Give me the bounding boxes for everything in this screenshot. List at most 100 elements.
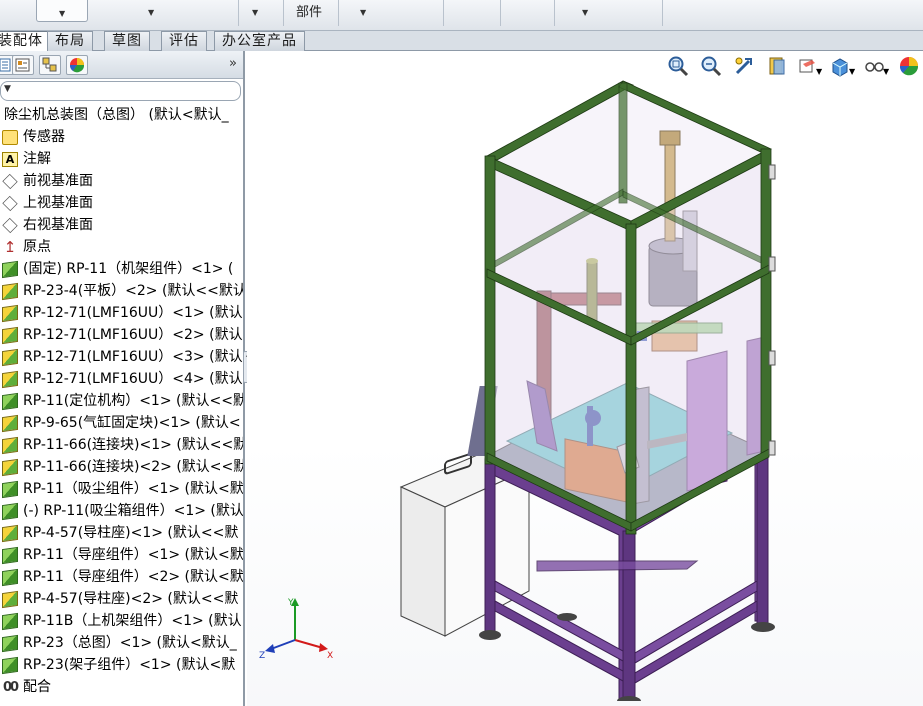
tree-item[interactable]: (-) RP-11(吸尘箱组件）<1> (默认: [0, 500, 243, 522]
tree-item[interactable]: RP-11-66(连接块)<1> (默认<<默: [0, 434, 243, 456]
tree-item-label: 注解: [23, 151, 51, 167]
subassembly-icon: [2, 634, 18, 653]
ribbon-parts-label[interactable]: 部件: [296, 1, 322, 20]
subassembly-icon: [2, 656, 18, 675]
tree-item[interactable]: 右视基准面: [0, 214, 243, 236]
ribbon-separator: [554, 0, 555, 26]
tree-item-label: RP-12-71(LMF16UU）<4> (默认: [23, 371, 243, 387]
tree-item-label: RP-23-4(平板）<2> (默认<<默认: [23, 283, 243, 299]
tree-root-label: 除尘机总装图（总图） (默认<默认_: [4, 107, 229, 123]
tree-item-label: RP-12-71(LMF16UU）<2> (默认: [23, 327, 243, 343]
part-icon: [2, 436, 18, 455]
tree-item-label: RP-11B（上机架组件）<1> (默认: [23, 613, 242, 629]
dropdown-arrow-icon[interactable]: ▼: [360, 8, 366, 17]
tree-item[interactable]: A 注解: [0, 148, 243, 170]
plane-icon: [2, 217, 18, 234]
tree-item-label: (固定) RP-11（机架组件）<1> (: [23, 261, 234, 277]
command-ribbon: ▼ ▼ ▼ 部件 ▼ ▼: [0, 0, 923, 31]
x-axis-icon: [294, 639, 324, 649]
annotation-icon: A: [2, 152, 18, 167]
part-icon: [2, 590, 18, 609]
tree-item[interactable]: ↥ 原点: [0, 236, 243, 258]
ribbon-separator: [500, 0, 501, 26]
tree-item-label: RP-11-66(连接块)<1> (默认<<默: [23, 437, 243, 453]
configuration-manager-icon: [42, 57, 57, 72]
tree-item[interactable]: RP-12-71(LMF16UU）<2> (默认: [0, 324, 243, 346]
feature-tree: 除尘机总装图（总图） (默认<默认_ 传感器 A 注解前视基准面 上视基准面右视基准面…: [0, 104, 243, 698]
ribbon-separator: [443, 0, 444, 26]
display-manager-tab[interactable]: [66, 55, 88, 75]
command-manager-tabs: 装配体 布局 草图 评估 办公室产品: [0, 31, 923, 52]
ribbon-separator: [662, 0, 663, 26]
tree-item[interactable]: RP-23(架子组件）<1> (默认<默: [0, 654, 243, 676]
ribbon-dropdown-box[interactable]: ▼: [36, 0, 88, 22]
origin-icon: ↥: [3, 238, 17, 256]
tab-sketch[interactable]: 草图: [104, 31, 150, 51]
tree-item[interactable]: 传感器: [0, 126, 243, 148]
tree-item[interactable]: RP-4-57(导柱座)<2> (默认<<默: [0, 588, 243, 610]
tree-item[interactable]: 上视基准面: [0, 192, 243, 214]
part-icon: [2, 304, 18, 323]
part-icon: [2, 414, 18, 433]
triad-y-label: Y: [287, 598, 294, 608]
tree-item[interactable]: RP-4-57(导柱座)<1> (默认<<默: [0, 522, 243, 544]
tree-item-label: RP-12-71(LMF16UU）<1> (默认: [23, 305, 243, 321]
tree-item[interactable]: 前视基准面: [0, 170, 243, 192]
tree-item[interactable]: (固定) RP-11（机架组件）<1> (: [0, 258, 243, 280]
tree-item-label: 传感器: [23, 129, 65, 145]
configuration-manager-tab[interactable]: [39, 55, 61, 75]
subassembly-icon: [2, 392, 18, 411]
subassembly-icon: [2, 260, 18, 279]
property-manager-icon: [15, 58, 30, 72]
tab-layout[interactable]: 布局: [47, 31, 93, 51]
filter-dropdown-arrow-icon[interactable]: ▼: [4, 84, 11, 94]
tree-item[interactable]: RP-12-71(LMF16UU）<4> (默认: [0, 368, 243, 390]
tree-item[interactable]: RP-11-66(连接块)<2> (默认<<默: [0, 456, 243, 478]
property-manager-tab[interactable]: [12, 55, 34, 75]
expand-panel-icon[interactable]: »: [229, 56, 237, 71]
tree-item-label: 右视基准面: [23, 217, 93, 233]
tree-item[interactable]: RP-11B（上机架组件）<1> (默认: [0, 610, 243, 632]
reference-triad: Y X Z: [259, 598, 333, 661]
tree-item[interactable]: RP-9-65(气缸固定块)<1> (默认<: [0, 412, 243, 434]
tree-item[interactable]: RP-11（导座组件）<1> (默认<默: [0, 544, 243, 566]
tree-item[interactable]: RP-12-71(LMF16UU）<1> (默认: [0, 302, 243, 324]
plane-icon: [2, 195, 18, 212]
triad-z-label: Z: [259, 651, 265, 661]
plane-icon: [2, 173, 18, 190]
tree-item[interactable]: RP-12-71(LMF16UU）<3> (默认: [0, 346, 243, 368]
part-icon: [2, 348, 18, 367]
tree-item[interactable]: 00 配合: [0, 676, 243, 698]
feature-tree-filter[interactable]: ▼: [0, 81, 241, 101]
tree-item-label: RP-11（吸尘组件）<1> (默认<默: [23, 481, 243, 497]
subassembly-icon: [2, 546, 18, 565]
tree-item[interactable]: RP-11(定位机构）<1> (默认<<默: [0, 390, 243, 412]
tree-item[interactable]: RP-11（导座组件）<2> (默认<默: [0, 566, 243, 588]
graphics-area[interactable]: ▼ ▼ ▼ Y X Z: [247, 51, 923, 706]
part-icon: [2, 326, 18, 345]
ribbon-separator: [283, 0, 284, 26]
dropdown-arrow-icon[interactable]: ▼: [582, 8, 588, 17]
feature-manager-panel: » ▼ 除尘机总装图（总图） (默认<默认_ 传感器 A 注解前视基准面 上视基准面右…: [0, 51, 252, 706]
subassembly-icon: [2, 480, 18, 499]
tree-item-label: RP-11-66(连接块)<2> (默认<<默: [23, 459, 243, 475]
tree-item[interactable]: RP-11（吸尘组件）<1> (默认<默: [0, 478, 243, 500]
tree-item[interactable]: RP-23-4(平板）<2> (默认<<默认: [0, 280, 243, 302]
part-icon: [2, 370, 18, 389]
tree-item[interactable]: RP-23（总图）<1> (默认<默认_: [0, 632, 243, 654]
feature-tree-icon: [0, 58, 11, 72]
part-icon: [2, 282, 18, 301]
display-manager-icon: [69, 58, 85, 73]
tree-item-label: RP-9-65(气缸固定块)<1> (默认<: [23, 415, 241, 431]
tab-evaluate[interactable]: 评估: [161, 31, 207, 51]
dropdown-arrow-icon[interactable]: ▼: [148, 8, 154, 17]
sensor-icon: [2, 130, 18, 145]
tab-office-products[interactable]: 办公室产品: [214, 31, 305, 51]
tree-item-label: 配合: [23, 679, 51, 695]
triad-x-label: X: [327, 651, 333, 661]
tree-root-assembly[interactable]: 除尘机总装图（总图） (默认<默认_: [0, 104, 243, 126]
ribbon-separator: [338, 0, 339, 26]
tab-assembly[interactable]: 装配体: [0, 31, 51, 52]
dropdown-arrow-icon: ▼: [59, 9, 66, 18]
dropdown-arrow-icon[interactable]: ▼: [252, 8, 258, 17]
